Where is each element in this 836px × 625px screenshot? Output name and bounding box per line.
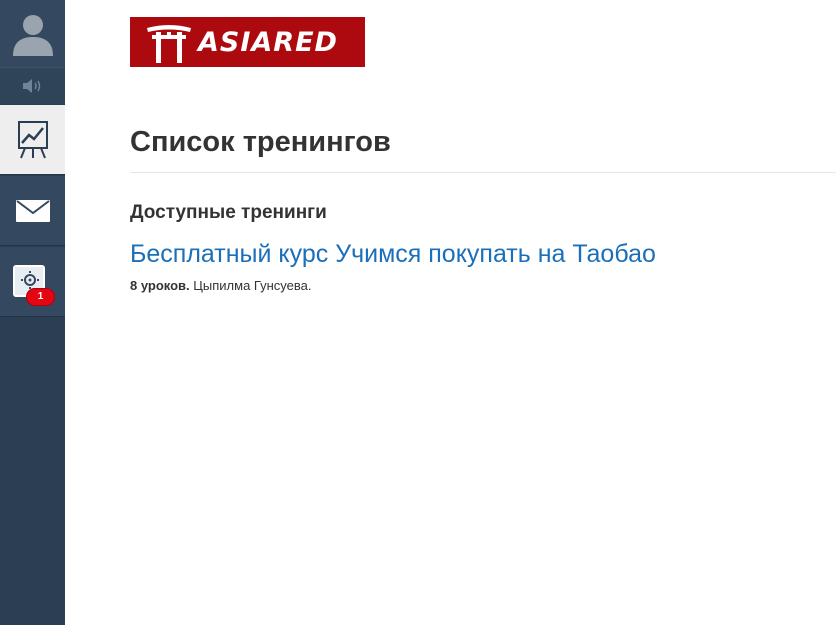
divider	[130, 172, 836, 173]
sidebar-item-settings[interactable]: 1	[0, 247, 65, 317]
user-avatar[interactable]	[0, 0, 65, 67]
mail-icon	[15, 199, 50, 222]
sidebar: 1	[0, 0, 65, 625]
user-avatar-icon	[12, 14, 53, 56]
training-author: Цыпилма Гунсуева.	[193, 278, 312, 293]
sidebar-item-trainings[interactable]	[0, 105, 65, 175]
chart-presentation-icon	[17, 120, 48, 158]
section-title: Доступные тренинги	[130, 202, 327, 223]
site-logo[interactable]: ASIARED	[130, 17, 365, 67]
sidebar-item-messages[interactable]	[0, 176, 65, 246]
page-title: Список тренингов	[130, 126, 391, 158]
speaker-icon	[22, 79, 40, 93]
training-meta: 8 уроков. Цыпилма Гунсуева.	[130, 278, 311, 293]
notification-badge: 1	[26, 288, 55, 306]
training-link[interactable]: Бесплатный курс Учимся покупать на Таоба…	[130, 240, 656, 269]
torii-gate-icon	[147, 25, 191, 63]
training-lessons-count: 8 уроков.	[130, 278, 190, 293]
sound-toggle[interactable]	[0, 67, 65, 104]
logo-text: ASIARED	[198, 27, 338, 58]
